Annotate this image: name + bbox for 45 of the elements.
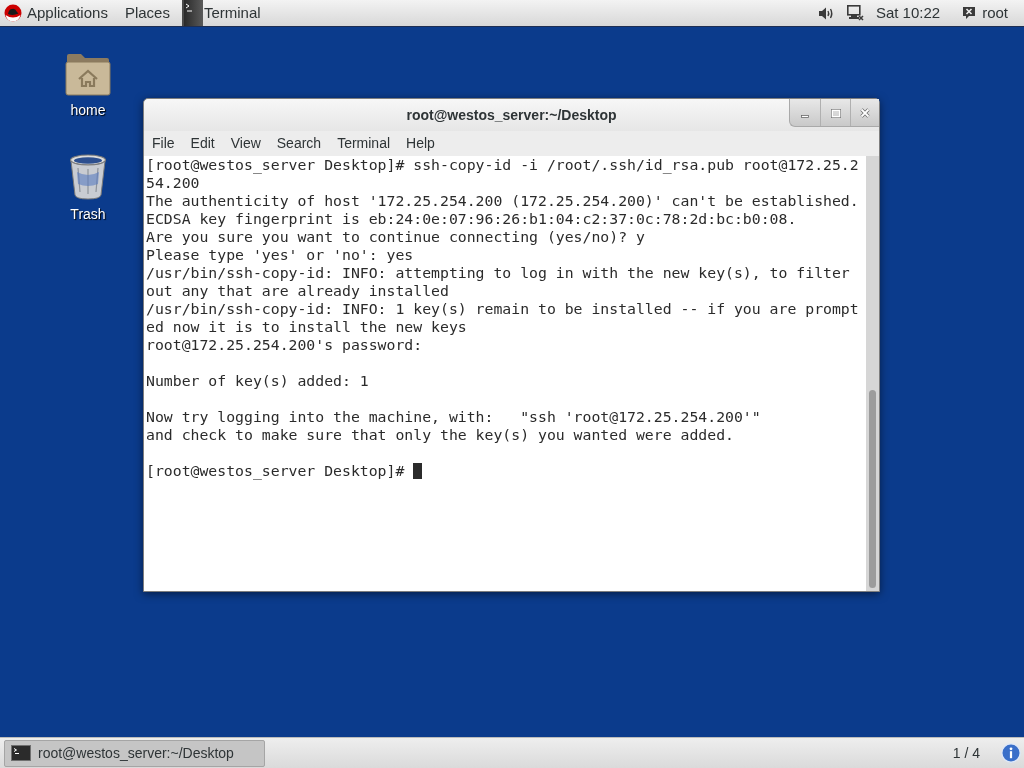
terminal-line: Are you sure you want to continue connecting (yes/no)? y: [146, 228, 645, 245]
top-bar-menu[interactable]: Applications: [4, 0, 125, 26]
trash-icon: [69, 154, 107, 200]
window-title: root@westos_server:~/Desktop: [406, 105, 617, 125]
terminal-line: [root@westos_server Desktop]# ssh-copy-id -i /root/.ssh/id_rsa.pub root@172.25.2: [146, 156, 859, 173]
menu-item[interactable]: View: [222, 131, 269, 156]
terminal-line: The authenticity of host '172.25.254.200 (172.25.254.200)' can't be established.: [146, 192, 859, 209]
text-cursor: [413, 463, 423, 479]
workspace-indicator[interactable]: 1 / 4: [952, 742, 980, 764]
desktop-shortcut[interactable]: home: [48, 52, 128, 122]
terminal-icon: [183, 0, 203, 26]
hat-logo-icon: [4, 4, 22, 22]
terminal-line: Please type 'yes' or 'no': yes: [146, 246, 414, 263]
message-x-icon: [962, 6, 977, 20]
close-icon: [860, 108, 870, 118]
menu-item[interactable]: File: [144, 131, 183, 156]
maximize-icon: [830, 108, 841, 118]
top-bar-menu[interactable]: Places: [124, 0, 182, 26]
speaker-icon[interactable]: [818, 6, 834, 20]
terminal-line: ECDSA key fingerprint is eb:24:0e:07:96:26:b1:04:c2:37:0c:78:2d:bc:b0:08.: [146, 210, 797, 227]
scrollbar-track[interactable]: [866, 156, 879, 591]
terminal-icon: [11, 745, 31, 761]
taskbar-window-button[interactable]: root@westos_server:~/Desktop: [4, 739, 265, 767]
terminal-line: ed now it is to install the new keys: [146, 318, 467, 335]
terminal-line: /usr/bin/ssh-copy-id: INFO: 1 key(s) remain to be installed -- if you are prompt: [146, 300, 859, 317]
menu-item[interactable]: Help: [398, 131, 443, 156]
terminal-line: Now try logging into the machine, with: "ssh 'root@172.25.254.200'": [146, 408, 761, 425]
home-folder-icon: [65, 52, 111, 96]
user-menu[interactable]: root: [962, 1, 1008, 25]
menu-item[interactable]: Terminal: [329, 131, 399, 156]
terminal-line: root@172.25.254.200's password:: [146, 336, 423, 353]
scrollbar-thumb[interactable]: [869, 390, 876, 588]
minimize-icon: [801, 115, 809, 118]
desktop-shortcut[interactable]: Trash: [48, 154, 128, 224]
menu-item[interactable]: Search: [268, 131, 330, 156]
info-icon[interactable]: [1001, 743, 1021, 763]
terminal-line: and check to make sure that only the key(s) you wanted were added.: [146, 426, 734, 443]
terminal-line: Number of key(s) added: 1: [146, 372, 369, 389]
terminal-prompt: [root@westos_server Desktop]#: [146, 462, 406, 480]
terminal-line: /usr/bin/ssh-copy-id: INFO: attempting to log in with the new key(s), to filter: [146, 264, 850, 281]
terminal-line: 54.200: [146, 174, 200, 191]
clock[interactable]: Sat 10:22: [875, 1, 941, 25]
computer-x-icon[interactable]: [846, 5, 864, 21]
menu-item[interactable]: Edit: [182, 131, 223, 156]
terminal-line: out any that are already installed: [146, 282, 449, 299]
